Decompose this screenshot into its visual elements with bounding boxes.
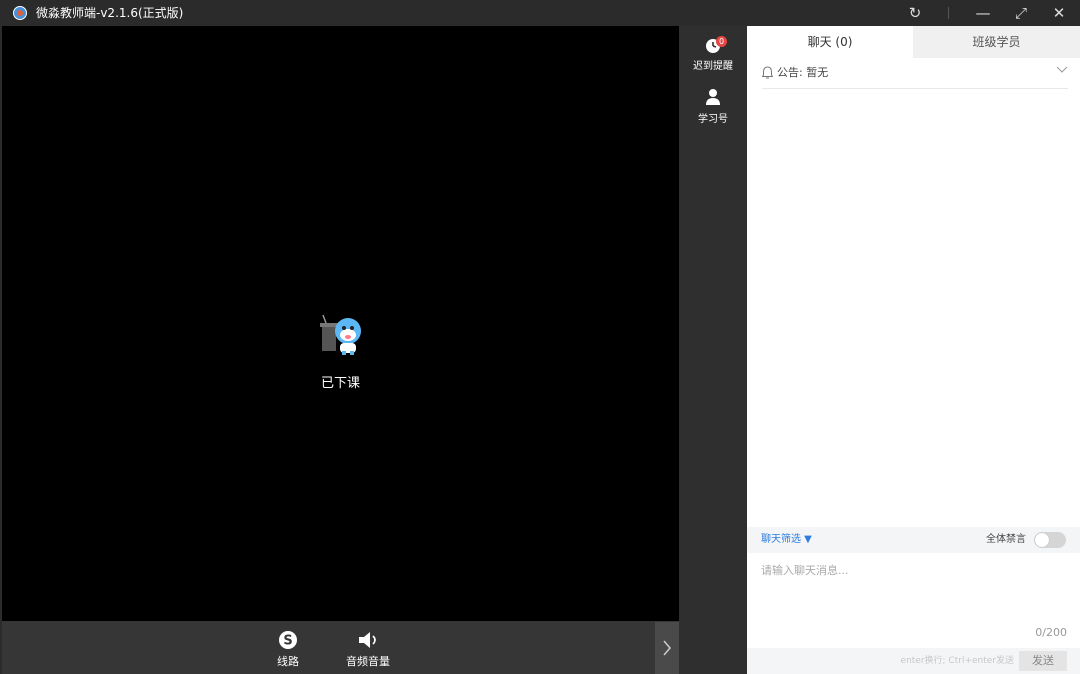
chat-filter-button[interactable]: 聊天筛选 ▼ (761, 527, 812, 553)
late-reminder-button[interactable]: 0 迟到提醒 (679, 32, 747, 72)
maximize-button[interactable]: ⤢ (1004, 0, 1038, 26)
svg-text:S: S (283, 634, 292, 649)
line-label: 线路 (277, 655, 299, 668)
panel-tabs: 聊天 (0) 班级学员 (747, 26, 1080, 58)
audio-volume-button[interactable]: 音频音量 (338, 629, 398, 669)
send-button[interactable]: 发送 (1019, 651, 1067, 671)
line-switch-icon: S (279, 631, 297, 649)
side-panel: 聊天 (0) 班级学员 公告: 暂无 聊天筛选 ▼ 全体禁言 0/200 ent… (747, 26, 1080, 674)
chat-filter-bar: 聊天筛选 ▼ 全体禁言 (747, 527, 1080, 553)
chevron-right-icon (663, 640, 671, 656)
char-counter: 0/200 (1035, 626, 1067, 639)
bell-icon (762, 66, 773, 79)
line-button[interactable]: S 线路 (258, 629, 318, 669)
app-logo-icon (13, 6, 27, 20)
class-members-tab[interactable]: 班级学员 (913, 26, 1080, 58)
refresh-button[interactable]: ↻ (898, 0, 932, 26)
video-area: 已下课 (2, 26, 679, 621)
late-reminder-badge: 0 (716, 36, 727, 47)
window-title: 微淼教师端-v2.1.6(正式版) (36, 6, 184, 20)
study-id-label: 学习号 (698, 114, 728, 125)
toggle-knob (1035, 533, 1049, 547)
late-reminder-label: 迟到提醒 (693, 61, 733, 72)
titlebar-divider (948, 7, 949, 19)
announcement-bar[interactable]: 公告: 暂无 (762, 62, 1068, 89)
minimize-button[interactable]: — (966, 0, 1000, 26)
minimize-icon: — (975, 4, 991, 22)
close-button[interactable]: ✕ (1042, 0, 1076, 26)
mascot-podium-icon (320, 314, 361, 355)
class-ended-label: 已下课 (320, 376, 360, 391)
send-hint: enter换行; Ctrl+enter发送 (900, 656, 1014, 666)
study-id-button[interactable]: 学习号 (679, 88, 747, 125)
collapse-panel-button[interactable] (655, 622, 679, 674)
refresh-icon: ↻ (908, 4, 922, 22)
chat-input[interactable] (761, 562, 1067, 622)
mute-all-toggle[interactable] (1034, 532, 1066, 548)
audio-volume-label: 音频音量 (346, 655, 390, 668)
send-bar: enter换行; Ctrl+enter发送 发送 (747, 648, 1080, 674)
title-bar: 微淼教师端-v2.1.6(正式版) ↻ — ⤢ ✕ (0, 0, 1080, 26)
announcement-text: 公告: 暂无 (777, 66, 829, 79)
bottom-control-bar: S 线路 音频音量 (2, 621, 679, 674)
maximize-icon: ⤢ (1014, 4, 1027, 22)
side-toolbar: 0 迟到提醒 学习号 (679, 26, 747, 674)
chevron-down-icon (1056, 66, 1068, 73)
close-icon: ✕ (1052, 4, 1066, 22)
mute-all-label: 全体禁言 (986, 534, 1026, 545)
speaker-icon (359, 632, 376, 648)
user-icon (706, 89, 720, 105)
chat-tab[interactable]: 聊天 (0) (747, 26, 913, 58)
